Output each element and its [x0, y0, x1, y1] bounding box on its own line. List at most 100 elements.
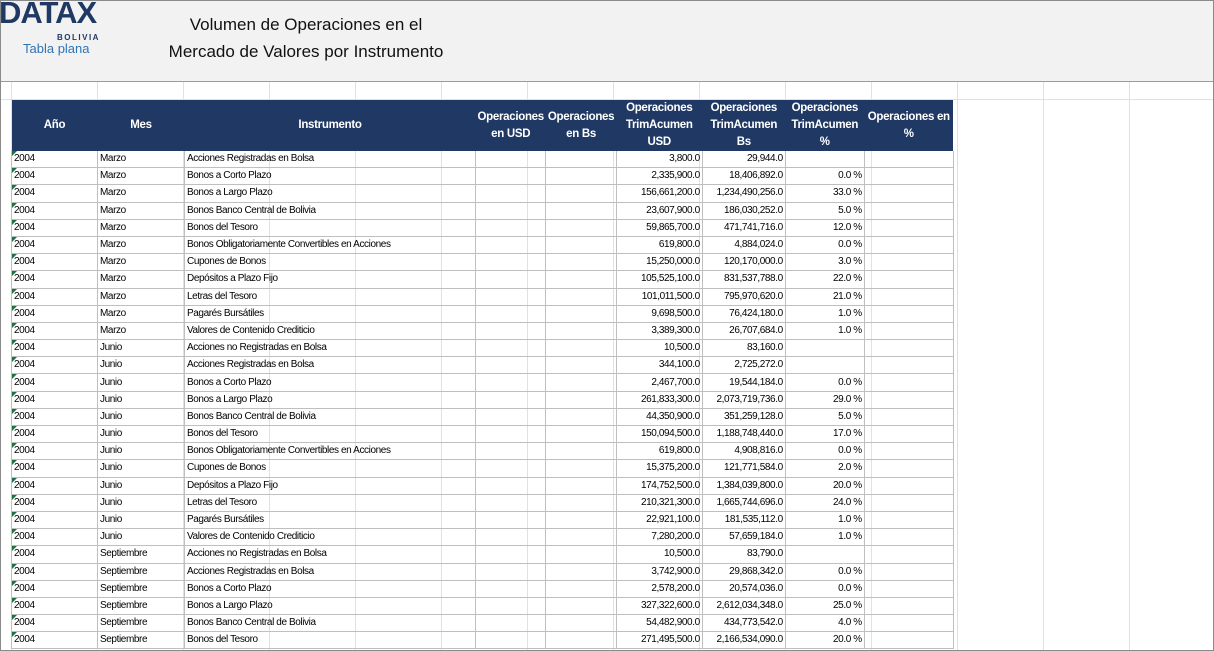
table-cell[interactable] — [545, 322, 617, 341]
table-cell[interactable]: Septiembre — [97, 597, 185, 616]
table-cell[interactable]: Bonos a Corto Plazo — [184, 580, 476, 598]
table-cell[interactable] — [475, 373, 547, 392]
table-cell[interactable]: 2,166,534,090.0 — [702, 631, 786, 650]
table-cell[interactable]: 2004 — [11, 288, 98, 306]
table-cell[interactable]: 76,424,180.0 — [702, 305, 786, 323]
table-cell[interactable] — [545, 288, 617, 306]
table-cell[interactable] — [545, 270, 617, 289]
table-cell[interactable] — [864, 184, 954, 203]
table-cell[interactable]: Depósitos a Plazo Fijo — [184, 477, 476, 495]
table-cell[interactable] — [864, 597, 954, 616]
table-cell[interactable]: 831,537,788.0 — [702, 270, 786, 289]
table-cell[interactable] — [864, 580, 954, 598]
table-cell[interactable]: Bonos Banco Central de Bolivia — [184, 408, 476, 427]
table-cell[interactable]: Acciones no Registradas en Bolsa — [184, 339, 476, 358]
table-cell[interactable] — [545, 631, 617, 650]
table-cell[interactable]: 2004 — [11, 528, 98, 547]
table-cell[interactable]: Bonos Banco Central de Bolivia — [184, 202, 476, 220]
sheet-empty-row[interactable] — [1, 82, 1213, 100]
table-cell[interactable] — [864, 219, 954, 237]
table-cell[interactable]: Cupones de Bonos — [184, 459, 476, 478]
table-cell[interactable]: Junio — [97, 425, 185, 444]
table-cell[interactable]: Letras del Tesoro — [184, 288, 476, 306]
table-cell[interactable]: 2,725,272.0 — [702, 356, 786, 375]
table-cell[interactable] — [545, 236, 617, 255]
table-cell[interactable] — [475, 597, 547, 616]
table-cell[interactable]: Marzo — [97, 202, 185, 220]
table-cell[interactable]: 2004 — [11, 442, 98, 461]
table-cell[interactable] — [864, 356, 954, 375]
table-cell[interactable] — [545, 442, 617, 461]
column-header[interactable]: Año — [11, 100, 98, 151]
table-cell[interactable]: 0.0 % — [785, 580, 865, 598]
table-cell[interactable]: 174,752,500.0 — [616, 477, 703, 495]
table-cell[interactable] — [475, 580, 547, 598]
table-cell[interactable] — [475, 151, 547, 169]
table-cell[interactable]: 1,665,744,696.0 — [702, 494, 786, 512]
table-cell[interactable] — [475, 322, 547, 341]
table-cell[interactable] — [475, 305, 547, 323]
table-cell[interactable]: 18,406,892.0 — [702, 167, 786, 186]
table-cell[interactable]: 21.0 % — [785, 288, 865, 306]
table-cell[interactable]: 4,884,024.0 — [702, 236, 786, 255]
table-cell[interactable] — [864, 373, 954, 392]
table-cell[interactable]: Marzo — [97, 270, 185, 289]
table-cell[interactable]: 186,030,252.0 — [702, 202, 786, 220]
table-cell[interactable]: Junio — [97, 477, 185, 495]
table-cell[interactable]: 5.0 % — [785, 202, 865, 220]
table-cell[interactable] — [864, 511, 954, 530]
table-cell[interactable]: Acciones Registradas en Bolsa — [184, 563, 476, 581]
table-cell[interactable]: 19,544,184.0 — [702, 373, 786, 392]
table-cell[interactable] — [864, 202, 954, 220]
table-cell[interactable]: 29,944.0 — [702, 151, 786, 169]
table-cell[interactable] — [545, 563, 617, 581]
column-header[interactable]: Instrumento — [184, 100, 476, 151]
table-cell[interactable]: 2004 — [11, 202, 98, 220]
table-cell[interactable]: Bonos a Corto Plazo — [184, 373, 476, 392]
table-cell[interactable] — [475, 202, 547, 220]
table-cell[interactable]: 20.0 % — [785, 631, 865, 650]
table-cell[interactable]: 2004 — [11, 477, 98, 495]
table-cell[interactable]: 2,578,200.0 — [616, 580, 703, 598]
table-cell[interactable] — [864, 391, 954, 409]
table-cell[interactable]: 10,500.0 — [616, 545, 703, 564]
table-cell[interactable]: 2004 — [11, 305, 98, 323]
table-cell[interactable] — [475, 494, 547, 512]
table-cell[interactable] — [545, 614, 617, 633]
table-cell[interactable]: Marzo — [97, 305, 185, 323]
table-cell[interactable]: 619,800.0 — [616, 442, 703, 461]
table-cell[interactable]: 3,800.0 — [616, 151, 703, 169]
table-cell[interactable]: 2,467,700.0 — [616, 373, 703, 392]
table-cell[interactable]: Junio — [97, 391, 185, 409]
table-cell[interactable]: 327,322,600.0 — [616, 597, 703, 616]
table-cell[interactable]: 22,921,100.0 — [616, 511, 703, 530]
table-cell[interactable]: 150,094,500.0 — [616, 425, 703, 444]
table-cell[interactable] — [475, 545, 547, 564]
table-cell[interactable]: Letras del Tesoro — [184, 494, 476, 512]
table-cell[interactable]: Bonos a Largo Plazo — [184, 391, 476, 409]
table-cell[interactable] — [545, 580, 617, 598]
table-cell[interactable]: 54,482,900.0 — [616, 614, 703, 633]
column-header[interactable]: Mes — [97, 100, 185, 151]
table-cell[interactable]: 0.0 % — [785, 563, 865, 581]
table-cell[interactable]: 15,250,000.0 — [616, 253, 703, 272]
table-cell[interactable]: 2004 — [11, 322, 98, 341]
table-cell[interactable]: Pagarés Bursátiles — [184, 305, 476, 323]
table-cell[interactable]: Marzo — [97, 236, 185, 255]
table-cell[interactable] — [475, 528, 547, 547]
table-cell[interactable] — [475, 408, 547, 427]
table-cell[interactable] — [475, 391, 547, 409]
table-cell[interactable]: Marzo — [97, 288, 185, 306]
table-cell[interactable]: 2004 — [11, 425, 98, 444]
table-cell[interactable] — [545, 511, 617, 530]
table-cell[interactable]: 5.0 % — [785, 408, 865, 427]
table-cell[interactable]: Acciones no Registradas en Bolsa — [184, 545, 476, 564]
table-cell[interactable]: Septiembre — [97, 563, 185, 581]
table-cell[interactable] — [864, 528, 954, 547]
table-cell[interactable]: 2004 — [11, 459, 98, 478]
table-cell[interactable] — [545, 408, 617, 427]
table-cell[interactable] — [545, 202, 617, 220]
table-cell[interactable]: 83,160.0 — [702, 339, 786, 358]
table-cell[interactable] — [864, 339, 954, 358]
table-cell[interactable]: Acciones Registradas en Bolsa — [184, 151, 476, 169]
